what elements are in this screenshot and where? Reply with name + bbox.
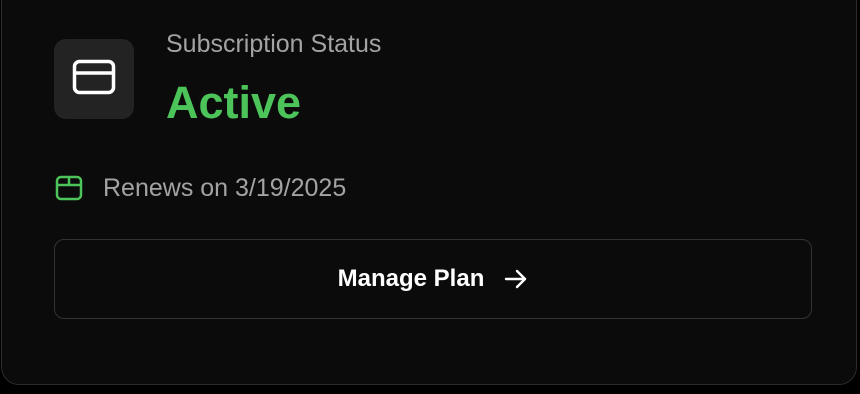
arrow-right-icon (504, 268, 528, 290)
calendar-icon (54, 173, 84, 203)
credit-card-icon (72, 59, 116, 100)
manage-plan-label: Manage Plan (337, 265, 485, 292)
status-value: Active (166, 77, 302, 128)
subscription-card: Subscription Status Active Renews on 3/1… (1, 0, 857, 385)
renewal-date-text: Renews on 3/19/2025 (103, 173, 347, 202)
status-label: Subscription Status (166, 30, 382, 58)
icon-tile (54, 39, 134, 119)
manage-plan-button[interactable]: Manage Plan (54, 239, 812, 319)
renewal-row: Renews on 3/19/2025 (54, 171, 346, 205)
